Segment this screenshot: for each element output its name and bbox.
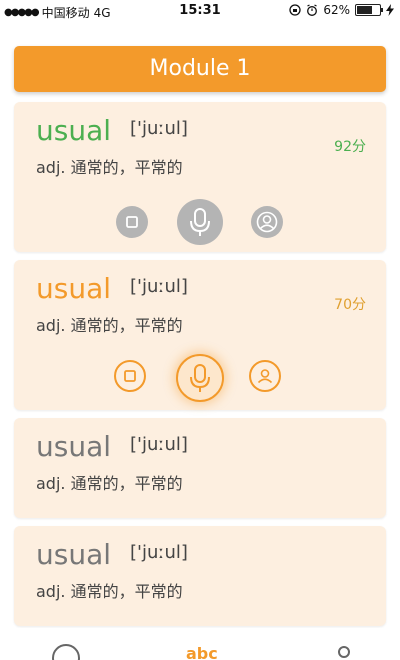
word-text: usual (36, 538, 112, 571)
tab-profile-icon[interactable] (338, 646, 350, 658)
stop-icon (124, 370, 136, 382)
user-icon (257, 369, 273, 384)
battery-percent: 62% (323, 3, 350, 17)
score-badge: 92分 (334, 139, 366, 155)
playback-user-button[interactable] (251, 206, 283, 238)
stop-icon (126, 216, 138, 228)
definition-text: adj. 通常的，平常的 (36, 316, 183, 335)
word-text: usual (36, 114, 112, 147)
microphone-icon (190, 208, 210, 236)
word-text: usual (36, 272, 112, 305)
charging-icon (386, 4, 394, 16)
alarm-icon (307, 4, 318, 16)
phonetic-text: ['juːul] (130, 434, 188, 455)
definition-text: adj. 通常的，平常的 (36, 474, 183, 493)
rotation-lock-icon (289, 4, 301, 16)
tab-listen-icon[interactable] (52, 644, 80, 660)
stop-button[interactable] (116, 206, 148, 238)
microphone-icon (190, 364, 210, 392)
status-right: 62% (289, 3, 394, 17)
phonetic-text: ['juːul] (130, 542, 188, 563)
status-bar: ●●●●● 中国移动 4G 15:31 62% (0, 0, 400, 22)
tab-words[interactable]: abc (186, 644, 218, 660)
score-badge: 70分 (334, 297, 366, 313)
record-button[interactable] (176, 354, 224, 402)
playback-user-button[interactable] (249, 360, 281, 392)
phonetic-text: ['juːul] (130, 118, 188, 139)
tab-bar: abc (0, 628, 400, 660)
stop-button[interactable] (114, 360, 146, 392)
word-card[interactable]: usual ['juːul] adj. 通常的，平常的 70分 (14, 260, 386, 410)
word-card[interactable]: usual ['juːul] adj. 通常的，平常的 92分 (14, 102, 386, 252)
word-card[interactable]: usual ['juːul] adj. 通常的，平常的 (14, 526, 386, 626)
word-text: usual (36, 430, 112, 463)
record-button[interactable] (177, 199, 223, 245)
phonetic-text: ['juːul] (130, 276, 188, 297)
module-title[interactable]: Module 1 (14, 46, 386, 92)
battery-icon (355, 4, 383, 16)
definition-text: adj. 通常的，平常的 (36, 158, 183, 177)
user-icon (256, 211, 278, 233)
definition-text: adj. 通常的，平常的 (36, 582, 183, 601)
word-card[interactable]: usual ['juːul] adj. 通常的，平常的 (14, 418, 386, 518)
